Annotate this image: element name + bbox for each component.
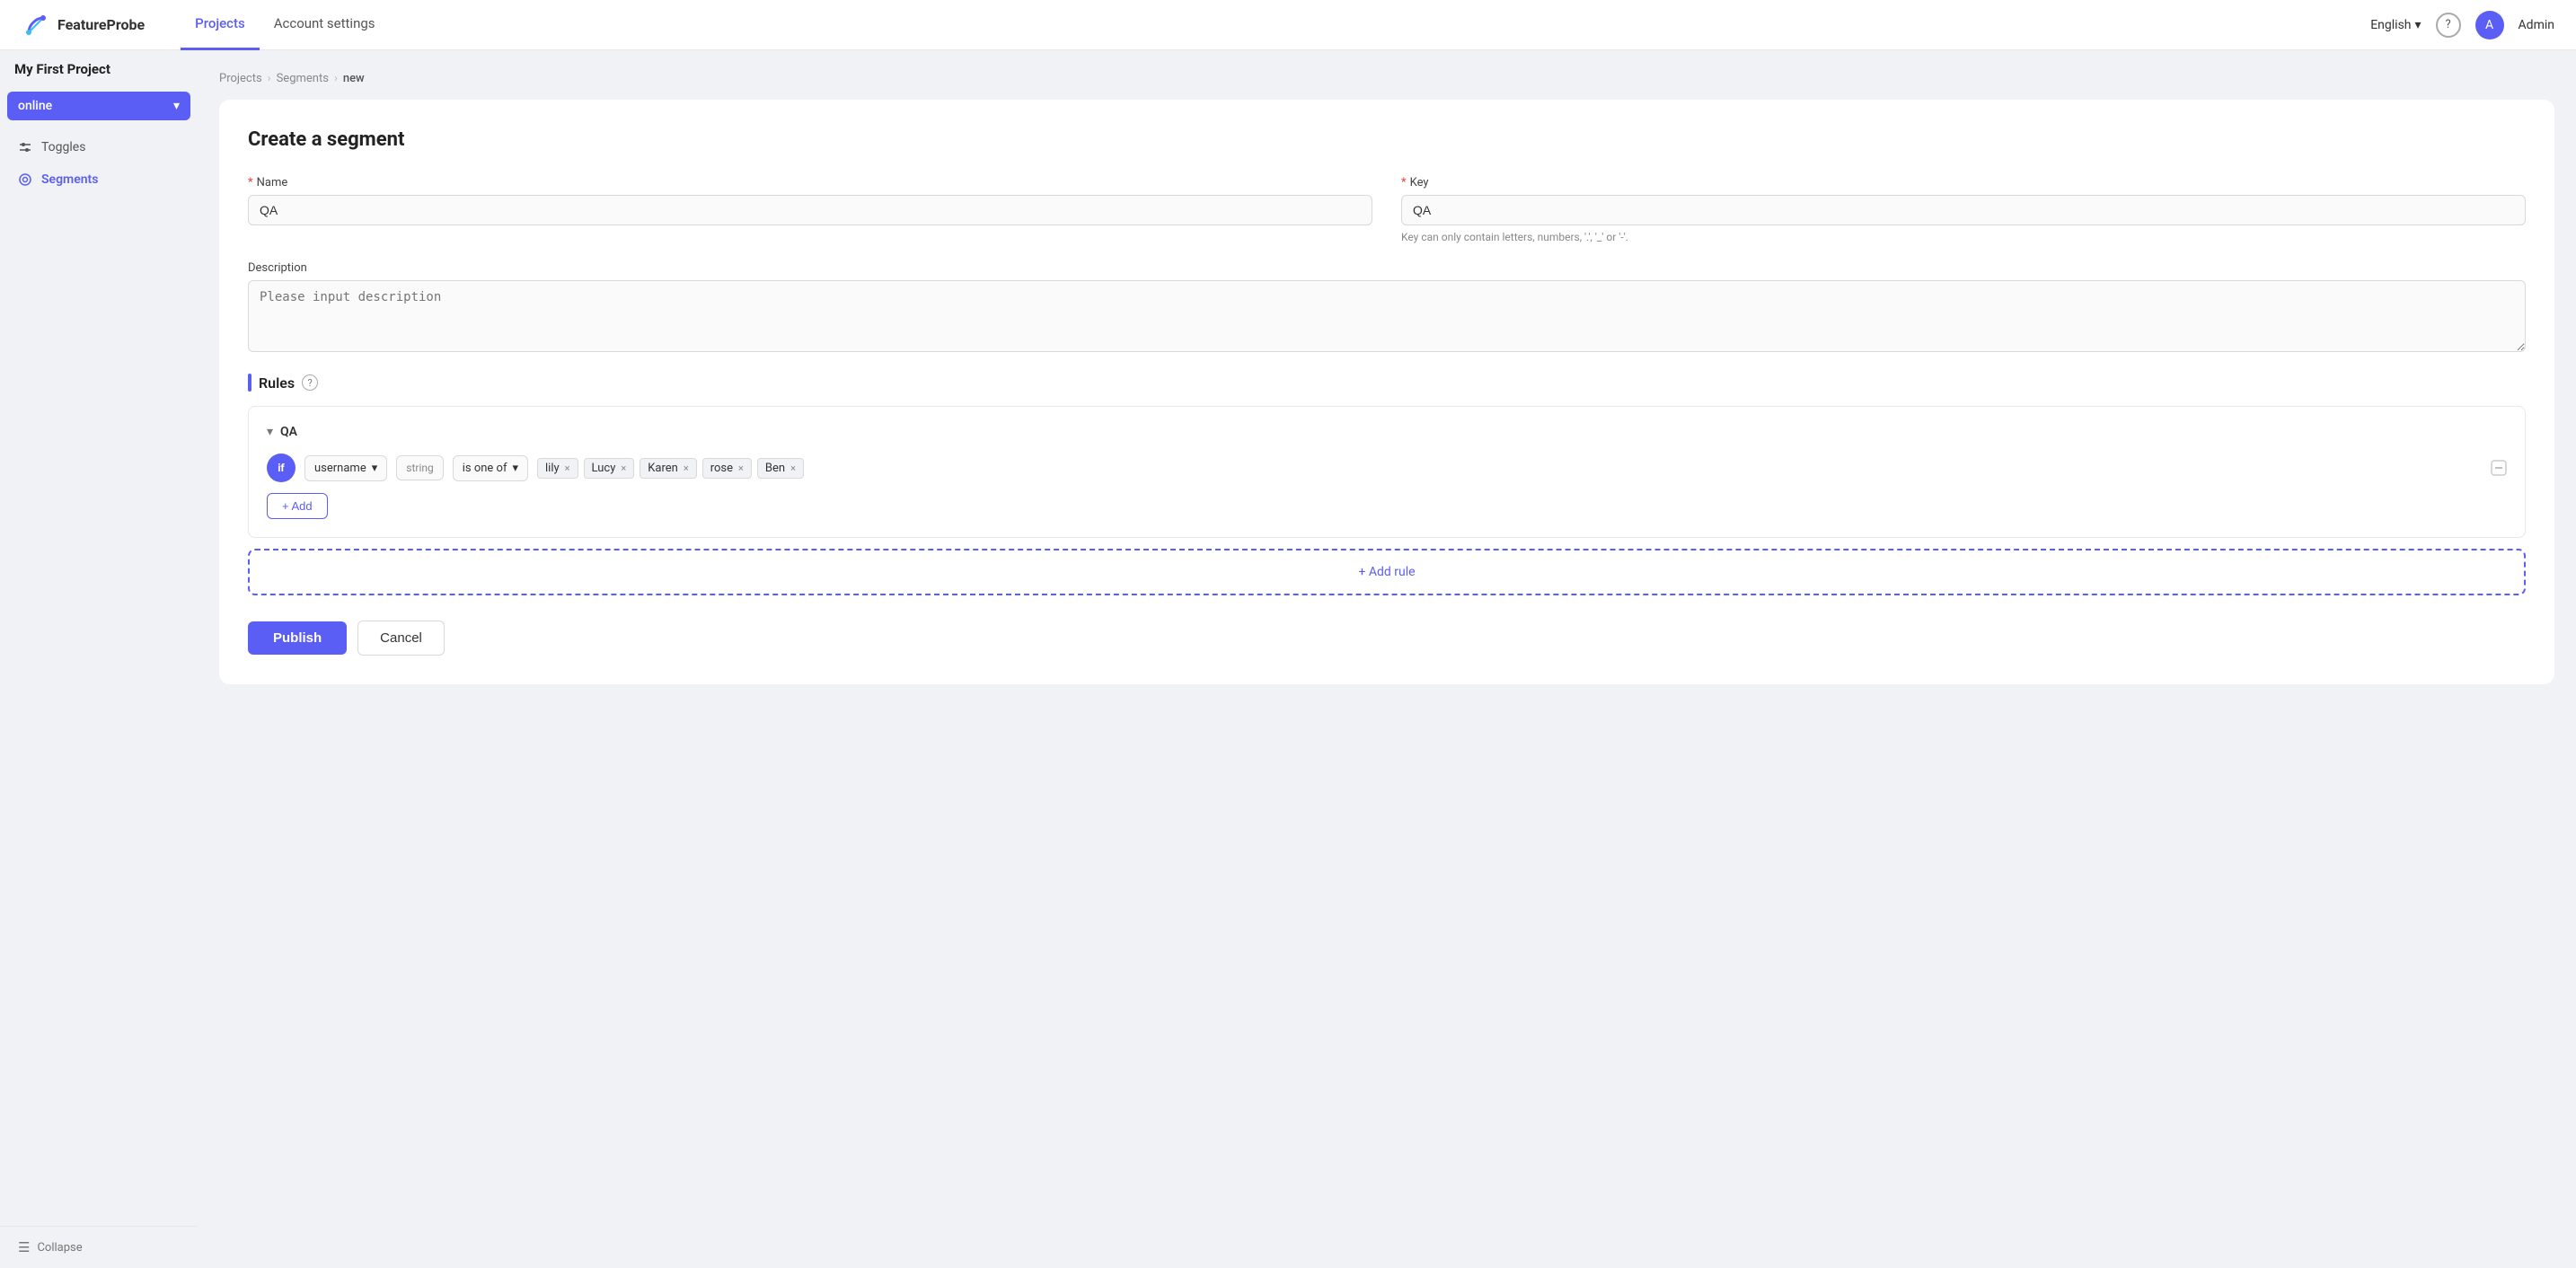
tag-close-button[interactable]: × [621,462,626,474]
admin-label: Admin [2519,18,2554,32]
logo-icon [22,11,50,40]
collapse-label: Collapse [37,1241,82,1255]
delete-condition-button[interactable] [2491,460,2507,476]
sidebar: My First Project online ▾ Toggles [0,50,198,1268]
chevron-down-icon: ▾ [173,99,180,113]
breadcrumb-segments[interactable]: Segments [277,72,329,85]
topbar: FeatureProbe Projects Account settings E… [0,0,2576,50]
attribute-selector[interactable]: username ▾ [304,455,387,481]
name-input[interactable] [248,195,1372,225]
create-segment-card: Create a segment * Name * Key [219,100,2554,684]
main-layout: My First Project online ▾ Toggles [0,50,2576,1268]
publish-button[interactable]: Publish [248,621,347,655]
chevron-down-icon: ▾ [372,462,378,475]
rules-bar-accent [248,374,251,392]
operator-selector[interactable]: is one of ▾ [453,455,528,481]
topbar-right: English ▾ ? A Admin [2370,11,2554,40]
project-name: My First Project [0,50,198,88]
chevron-down-icon: ▾ [512,462,518,475]
add-condition-button[interactable]: + Add [267,493,328,519]
language-selector[interactable]: English ▾ [2370,18,2421,32]
app-container: FeatureProbe Projects Account settings E… [0,0,2576,1268]
segments-icon [18,172,32,187]
name-key-row: * Name * Key Key can only contain letter… [248,176,2526,243]
tag-close-button[interactable]: × [738,462,744,474]
nav-tab-projects[interactable]: Projects [181,0,260,50]
key-input[interactable] [1401,195,2526,225]
tag-close-button[interactable]: × [684,462,689,474]
action-row: Publish Cancel [248,621,2526,656]
cancel-button[interactable]: Cancel [357,621,445,656]
description-group: Description [248,261,2526,352]
required-star-key: * [1401,176,1407,189]
name-group: * Name [248,176,1372,243]
tag-item: rose× [702,458,752,479]
rules-title: Rules [259,374,295,392]
key-group: * Key Key can only contain letters, numb… [1401,176,2526,243]
key-hint: Key can only contain letters, numbers, '… [1401,231,2526,243]
breadcrumb-sep-1: › [268,72,271,85]
rule-name: QA [280,425,297,439]
help-button[interactable]: ? [2436,13,2461,38]
tag-item: Karen× [640,458,696,479]
key-label: * Key [1401,176,2526,189]
minus-icon [2491,460,2507,476]
breadcrumb-sep-2: › [334,72,338,85]
nav-tab-account[interactable]: Account settings [260,0,390,50]
avatar: A [2475,11,2504,40]
attribute-value: username [314,462,366,475]
collapse-icon: ☰ [18,1239,30,1255]
tag-close-button[interactable]: × [790,462,796,474]
description-input[interactable] [248,280,2526,352]
toggles-icon [18,140,32,154]
sidebar-item-toggles[interactable]: Toggles [0,131,198,163]
condition-type: string [396,455,443,480]
logo: FeatureProbe [22,11,145,40]
env-name: online [18,99,52,113]
name-label: * Name [248,176,1372,189]
rules-header: Rules ? [248,374,2526,392]
tag-item: Lucy× [584,458,635,479]
collapse-button[interactable]: ☰ Collapse [0,1226,198,1268]
rules-help-icon[interactable]: ? [302,374,318,391]
rule-name-row: ▾ QA [267,425,2507,439]
sidebar-item-segments[interactable]: Segments [0,163,198,196]
sidebar-item-label-toggles: Toggles [41,140,85,154]
add-rule-zone[interactable]: + Add rule [248,549,2526,595]
description-label: Description [248,261,2526,275]
breadcrumb-current: new [343,72,365,85]
rule-condition: if username ▾ string is one of ▾ lil [267,453,2507,482]
required-star-name: * [248,176,253,189]
sidebar-nav: My First Project online ▾ Toggles [0,50,198,1226]
logo-text: FeatureProbe [57,16,145,33]
rule-collapse-button[interactable]: ▾ [267,425,273,439]
breadcrumb: Projects › Segments › new [219,72,2554,85]
page-title: Create a segment [248,128,2526,151]
content-area: Projects › Segments › new Create a segme… [198,50,2576,1268]
environment-selector[interactable]: online ▾ [7,92,190,120]
breadcrumb-projects[interactable]: Projects [219,72,262,85]
sidebar-item-label-segments: Segments [41,172,98,187]
language-label: English [2370,18,2411,32]
if-badge: if [267,453,296,482]
tag-item: lily× [537,458,578,479]
nav-tabs: Projects Account settings [181,0,389,50]
tag-close-button[interactable]: × [565,462,570,474]
tags-container: lily× Lucy×Karen× rose×Ben× [537,458,2482,479]
chevron-down-icon: ▾ [2415,18,2422,32]
tag-item: Ben× [757,458,804,479]
rule-card: ▾ QA if username ▾ string is one of [248,406,2526,538]
operator-value: is one of [463,462,507,475]
